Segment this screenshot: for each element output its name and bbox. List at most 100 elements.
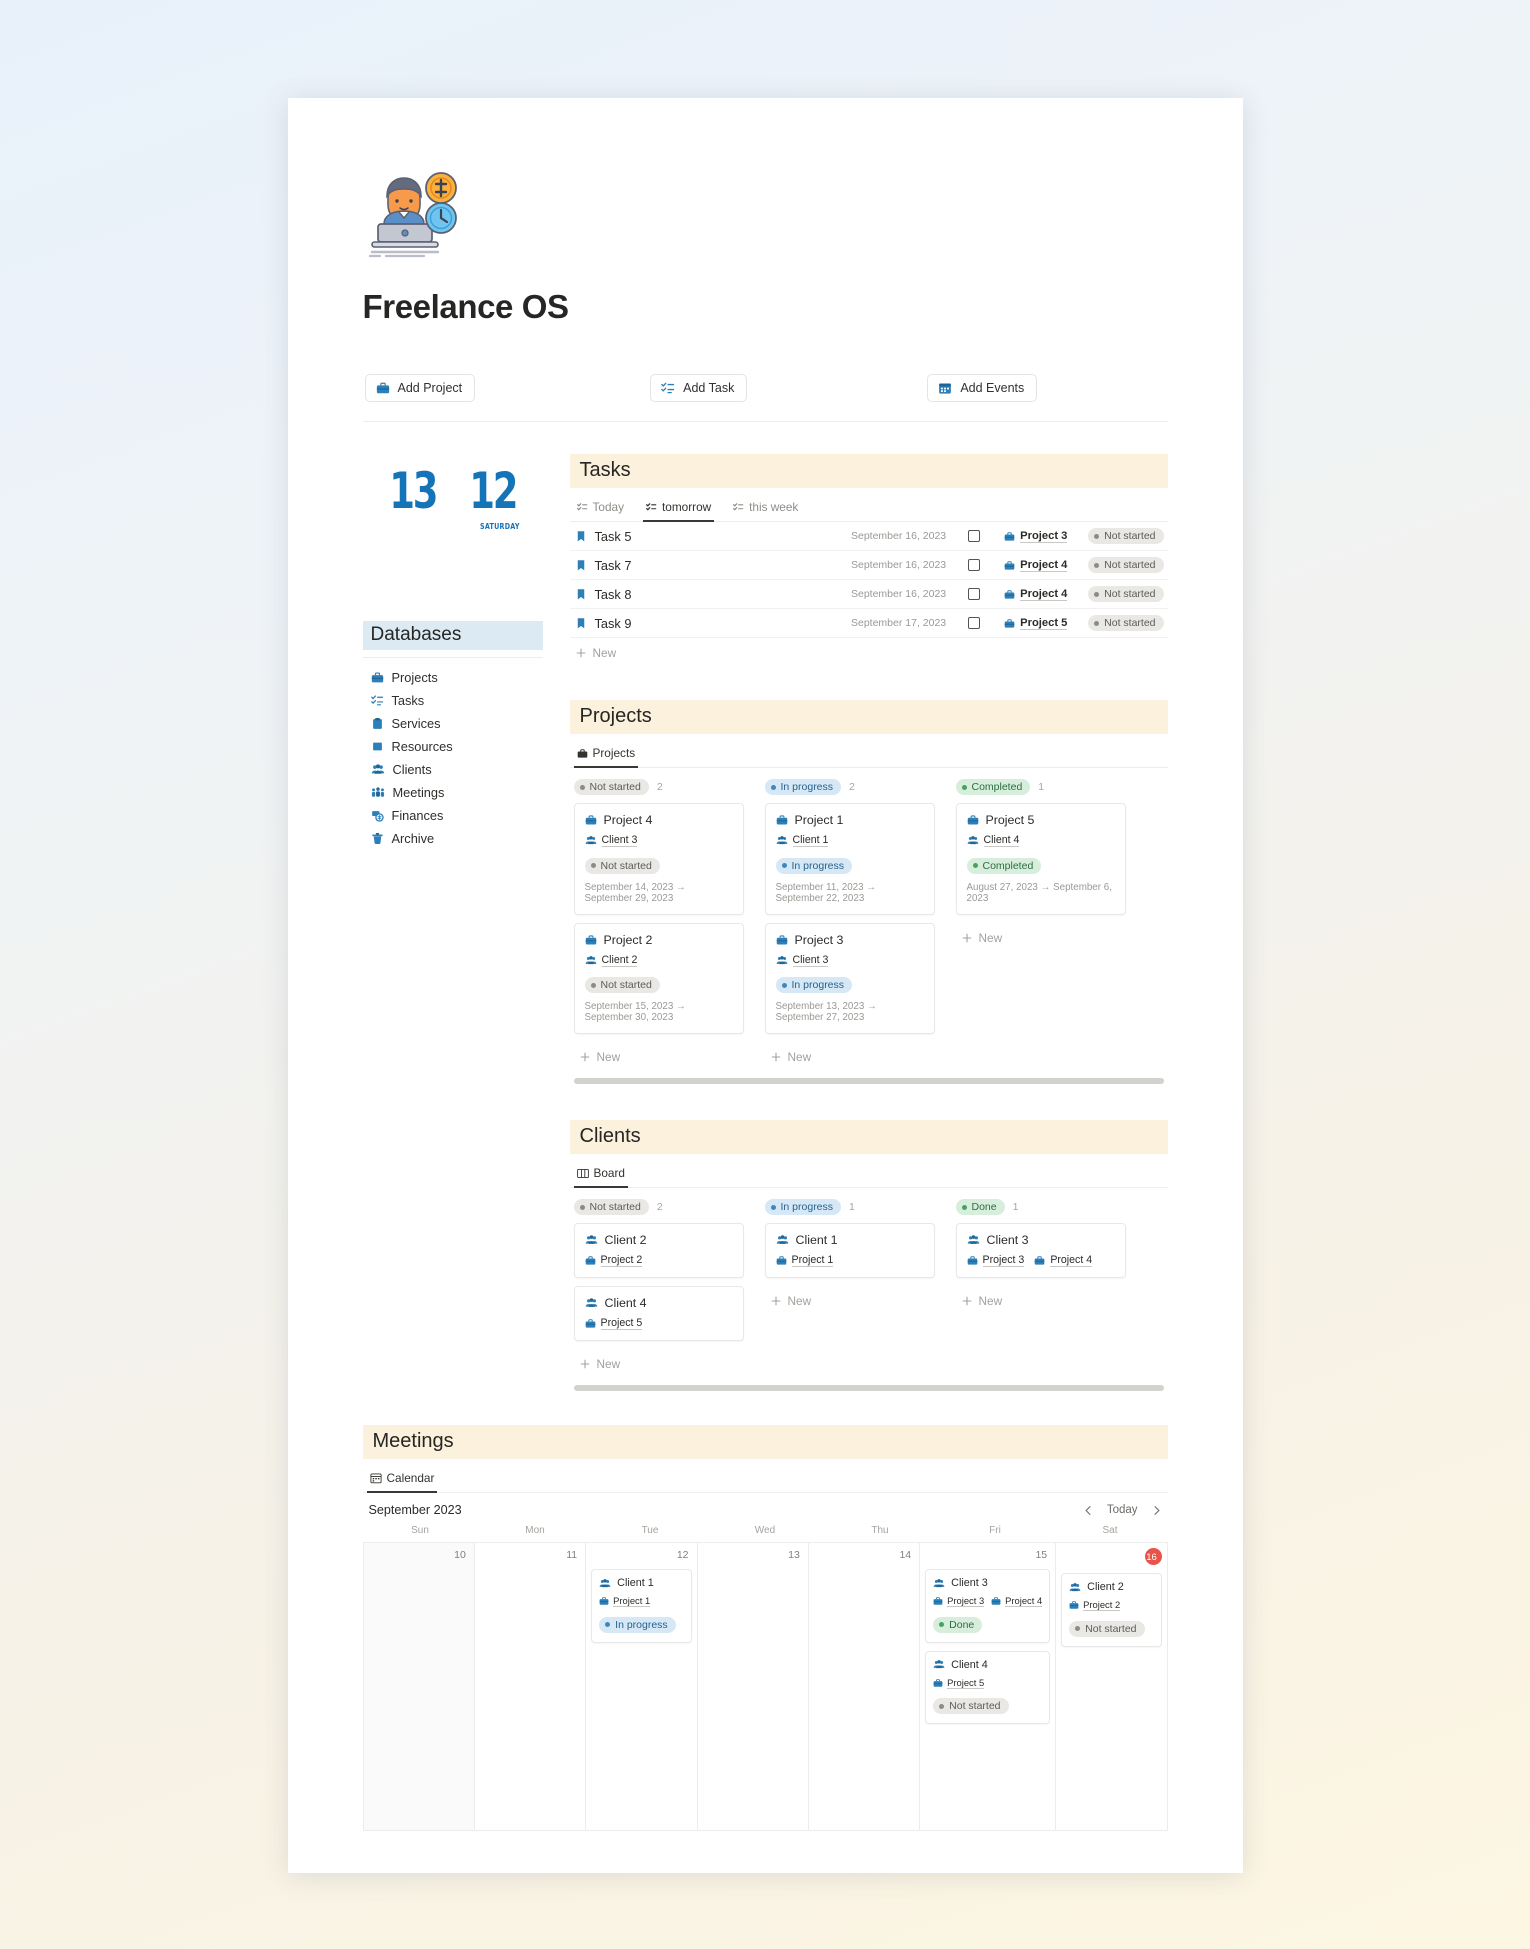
column-status-badge[interactable]: In progress	[764, 1199, 842, 1215]
status-badge[interactable]: In progress	[599, 1616, 676, 1633]
task-checkbox[interactable]	[968, 617, 981, 629]
board-new-button[interactable]: New	[956, 923, 1126, 953]
board-column-in-progress: In progress 1 Client 1 Project 1 New	[764, 1199, 935, 1379]
calendar-day-cell[interactable]: 14	[808, 1543, 921, 1831]
add-project-button[interactable]: Add Project	[364, 374, 476, 402]
client-relation[interactable]: Client 3	[776, 954, 924, 967]
status-badge[interactable]: Not started	[1088, 615, 1164, 631]
column-status-badge[interactable]: Not started	[573, 779, 649, 795]
tasks-new-button[interactable]: New	[570, 638, 1168, 668]
add-project-label: Add Project	[397, 381, 463, 395]
project-relation[interactable]: Project 3	[933, 1595, 985, 1607]
project-card[interactable]: Project 5 Client 4 Completed August 27, …	[955, 803, 1126, 915]
status-badge[interactable]: Not started	[1088, 528, 1164, 544]
add-events-button[interactable]: Add Events	[927, 374, 1038, 402]
calendar-day-cell[interactable]: 11	[474, 1543, 587, 1831]
tab-this-week[interactable]: this week	[730, 494, 801, 522]
calendar-day-cell[interactable]: 10	[363, 1543, 475, 1831]
chevron-left-icon[interactable]	[1083, 1505, 1094, 1516]
project-relation[interactable]: Project 5	[933, 1677, 985, 1689]
board-new-button[interactable]: New	[956, 1286, 1126, 1316]
project-relation[interactable]: Project 2	[585, 1254, 643, 1267]
sidebar-item-finances[interactable]: Finances	[363, 804, 543, 827]
calendar-today-button[interactable]: Today	[1107, 1504, 1138, 1516]
client-card[interactable]: Client 2 Project 2	[573, 1223, 744, 1278]
client-card[interactable]: Client 3 Project 3 Project 4	[955, 1223, 1126, 1278]
tab-calendar[interactable]: Calendar	[366, 1465, 438, 1493]
status-badge[interactable]: Not started	[1088, 586, 1164, 602]
tasks-list: Task 5 September 16, 2023 Project 3 Not …	[569, 522, 1168, 668]
calendar-event[interactable]: Client 2 Project 2 Not started	[1061, 1573, 1162, 1647]
project-relation[interactable]: Project 4	[1034, 1254, 1093, 1267]
sidebar-item-meetings[interactable]: Meetings	[363, 781, 543, 804]
project-relation[interactable]: Project 1	[599, 1595, 651, 1607]
status-badge[interactable]: Not started	[584, 977, 660, 993]
status-badge[interactable]: Done	[933, 1616, 983, 1633]
sidebar-item-projects[interactable]: Projects	[363, 666, 543, 689]
sidebar-item-tasks[interactable]: Tasks	[363, 689, 543, 712]
task-checkbox[interactable]	[968, 588, 981, 600]
status-badge[interactable]: Completed	[966, 857, 1042, 874]
sidebar-item-resources[interactable]: Resources	[363, 735, 543, 758]
project-relation[interactable]: Project 2	[1069, 1599, 1121, 1611]
calendar-event[interactable]: Client 1 Project 1 In progress	[591, 1569, 692, 1643]
task-project-relation[interactable]: Project 4	[1004, 588, 1082, 601]
task-checkbox[interactable]	[968, 559, 981, 571]
column-status-badge[interactable]: Done	[955, 1199, 1005, 1215]
client-relation[interactable]: Client 4	[967, 834, 1115, 847]
table-row[interactable]: Task 9 September 17, 2023 Project 5 Not …	[569, 609, 1168, 638]
project-relation[interactable]: Project 5	[585, 1317, 643, 1330]
tab-board[interactable]: Board	[573, 1160, 628, 1188]
tab-label: Today	[592, 500, 624, 514]
calendar-event[interactable]: Client 3 Project 3 Project 4 Done	[925, 1569, 1051, 1643]
checklist-icon	[576, 502, 588, 513]
column-status-badge[interactable]: Not started	[573, 1199, 649, 1215]
task-checkbox[interactable]	[968, 530, 981, 542]
calendar-day-cell[interactable]: 15 Client 3 Project 3 Project 4 Done Cli…	[920, 1543, 1057, 1831]
column-status-badge[interactable]: Completed	[955, 779, 1031, 795]
tab-projects[interactable]: Projects	[573, 740, 639, 768]
board-new-button[interactable]: New	[574, 1042, 744, 1072]
project-card[interactable]: Project 3 Client 3 In progress September…	[764, 922, 935, 1034]
board-new-button[interactable]: New	[765, 1042, 935, 1072]
project-relation[interactable]: Project 4	[991, 1595, 1043, 1607]
status-badge[interactable]: Not started	[933, 1698, 1009, 1714]
add-task-button[interactable]: Add Task	[650, 374, 748, 402]
clients-board-scrollbar[interactable]	[573, 1385, 1164, 1391]
board-new-button[interactable]: New	[574, 1349, 744, 1379]
calendar-event[interactable]: Client 4 Project 5 Not started	[925, 1650, 1051, 1724]
project-card[interactable]: Project 4 Client 3 Not started September…	[573, 803, 744, 915]
table-row[interactable]: Task 8 September 16, 2023 Project 4 Not …	[569, 580, 1168, 609]
client-relation[interactable]: Client 2	[585, 954, 733, 967]
board-new-button[interactable]: New	[765, 1286, 935, 1316]
tab-today[interactable]: Today	[574, 494, 627, 522]
client-relation[interactable]: Client 3	[585, 834, 733, 847]
project-relation[interactable]: Project 3	[967, 1254, 1025, 1267]
task-project-relation[interactable]: Project 4	[1004, 559, 1082, 572]
sidebar-item-services[interactable]: Services	[363, 712, 543, 735]
client-card[interactable]: Client 4 Project 5	[573, 1286, 744, 1341]
project-card[interactable]: Project 1 Client 1 In progress September…	[764, 803, 935, 915]
calendar-day-cell[interactable]: 12 Client 1 Project 1 In progress	[586, 1543, 698, 1831]
status-badge[interactable]: In progress	[775, 977, 853, 993]
client-relation[interactable]: Client 1	[776, 834, 924, 847]
column-status-badge[interactable]: In progress	[764, 779, 842, 795]
status-badge[interactable]: Not started	[1069, 1620, 1145, 1637]
task-project-relation[interactable]: Project 5	[1004, 617, 1082, 630]
tab-tomorrow[interactable]: tomorrow	[642, 494, 715, 522]
status-badge[interactable]: Not started	[584, 857, 660, 874]
sidebar-item-clients[interactable]: Clients	[363, 758, 543, 781]
task-project-relation[interactable]: Project 3	[1004, 530, 1082, 543]
project-relation[interactable]: Project 1	[776, 1254, 834, 1267]
sidebar-item-archive[interactable]: Archive	[363, 827, 543, 850]
status-badge[interactable]: In progress	[775, 857, 853, 874]
chevron-right-icon[interactable]	[1151, 1505, 1162, 1516]
calendar-day-cell[interactable]: 13	[697, 1543, 809, 1831]
project-card[interactable]: Project 2 Client 2 Not started September…	[573, 922, 744, 1034]
table-row[interactable]: Task 5 September 16, 2023 Project 3 Not …	[569, 522, 1168, 551]
projects-board-scrollbar[interactable]	[573, 1078, 1164, 1084]
calendar-day-cell[interactable]: 16 Client 2 Project 2 Not started	[1056, 1543, 1168, 1831]
table-row[interactable]: Task 7 September 16, 2023 Project 4 Not …	[569, 551, 1168, 580]
client-card[interactable]: Client 1 Project 1	[764, 1223, 935, 1278]
status-badge[interactable]: Not started	[1088, 557, 1164, 573]
